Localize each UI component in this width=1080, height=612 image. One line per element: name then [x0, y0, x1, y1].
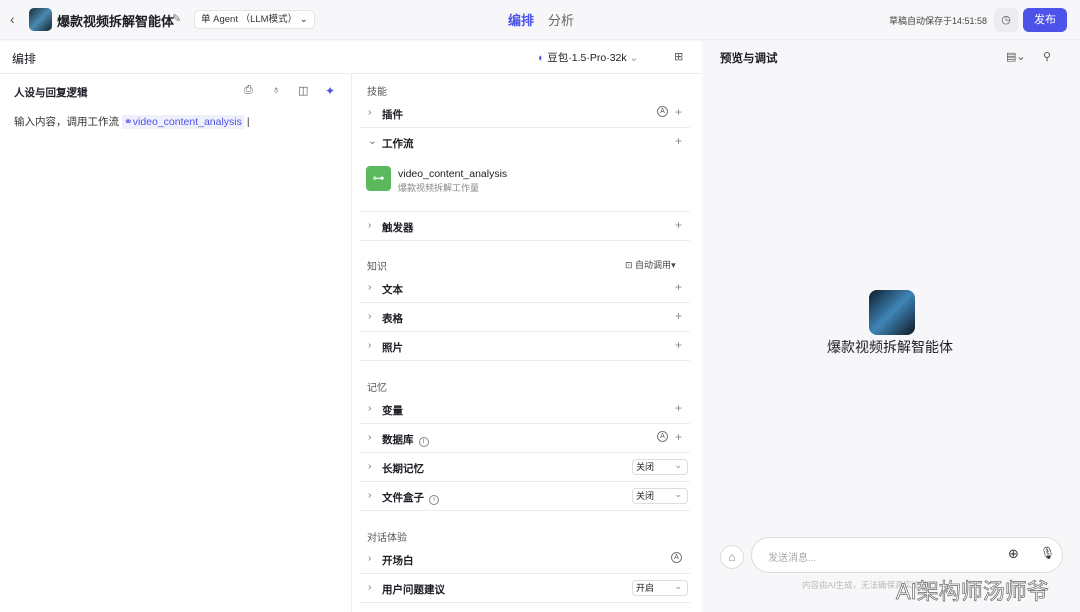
publish-button[interactable]: 发布	[1023, 8, 1067, 32]
memory-heading: 记忆	[367, 383, 387, 394]
knowledge-heading: 知识	[367, 262, 387, 273]
suggest-select[interactable]: 开启	[632, 579, 688, 596]
template-icon[interactable]: ⎙	[244, 84, 253, 97]
message-placeholder: 发送消息...	[768, 553, 817, 564]
model-label: 豆包·1.5·Pro·32k	[547, 52, 627, 64]
database-row[interactable]: › 数据库 i A +	[360, 424, 690, 453]
longterm-select[interactable]: 关闭	[632, 458, 688, 475]
preview-title: 预览与调试	[720, 53, 778, 65]
workflow-icon: ⊶	[366, 166, 391, 191]
text-row[interactable]: › 文本 +	[360, 274, 690, 303]
add-attachment-icon[interactable]: ⊕	[1008, 546, 1019, 562]
watermark: AI架构师汤师爷	[896, 579, 1049, 605]
tab-compose[interactable]: 编排	[508, 10, 534, 29]
agent-large-avatar	[869, 290, 915, 335]
autosave-status: 草稿自动保存于14:51:58	[889, 16, 988, 26]
persona-text: 输入内容，调用工作流	[14, 116, 119, 128]
trigger-row[interactable]: › 触发器 +	[360, 212, 690, 241]
clear-context-icon[interactable]: ⌂	[720, 545, 744, 569]
settings-icon[interactable]: ⚲	[1043, 50, 1051, 63]
filebox-row[interactable]: › 文件盒子 i 关闭	[360, 482, 690, 511]
auto-call-dropdown[interactable]: ⊡ 自动调用▾	[625, 258, 676, 271]
history-icon[interactable]: ◷	[994, 8, 1018, 32]
variable-row[interactable]: › 变量 +	[360, 395, 690, 424]
filebox-select[interactable]: 关闭	[632, 487, 688, 504]
agent-name: 爆款视频拆解智能体	[827, 339, 953, 355]
mode-selector[interactable]: 单 Agent （LLM模式） ⌄	[194, 10, 315, 29]
persona-title: 人设与回复逻辑	[14, 87, 88, 99]
back-button[interactable]: ‹	[10, 11, 15, 27]
workflow-ref[interactable]: ⚭video_content_analysis	[121, 115, 244, 129]
dialog-heading: 对话体验	[367, 533, 407, 544]
ai-optimize-icon[interactable]: ✦	[325, 84, 335, 98]
skills-heading: 技能	[367, 87, 387, 98]
edit-icon[interactable]: ✎	[172, 12, 181, 25]
workflow-row[interactable]: ⌄ 工作流 +	[360, 128, 690, 157]
message-input[interactable]: 发送消息... ⊕ 🎙	[751, 537, 1063, 573]
bulb-icon[interactable]: ♁	[272, 84, 280, 96]
debug-menu-icon[interactable]: ▤⌄	[1006, 50, 1026, 63]
grid-icon[interactable]: ⊞	[674, 50, 683, 63]
table-row[interactable]: › 表格 +	[360, 303, 690, 332]
opening-row[interactable]: › 开场白 A	[360, 545, 690, 574]
workflow-name: video_content_analysis	[398, 168, 508, 180]
workflow-item[interactable]: ⊶ video_content_analysis 爆款视频拆解工作量	[360, 160, 690, 212]
tab-analysis[interactable]: 分析	[548, 10, 574, 29]
panel-icon[interactable]: ◫	[298, 84, 308, 97]
suggest-row[interactable]: › 用户问题建议 开启	[360, 574, 690, 603]
workflow-desc: 爆款视频拆解工作量	[398, 183, 480, 193]
compose-title: 编排	[12, 52, 37, 66]
photo-row[interactable]: › 照片 +	[360, 332, 690, 361]
persona-editor[interactable]: 输入内容，调用工作流 ⚭video_content_analysis |	[14, 114, 250, 129]
model-selector[interactable]: ◐ 豆包·1.5·Pro·32k ⌄	[538, 50, 638, 65]
plugin-row[interactable]: › 插件 A +	[360, 99, 690, 128]
auto-icon: A	[657, 106, 668, 117]
add-workflow-button[interactable]: +	[675, 134, 682, 148]
microphone-icon[interactable]: 🎙	[1040, 546, 1055, 560]
agent-avatar	[29, 8, 52, 31]
longterm-memory-row[interactable]: › 长期记忆 关闭	[360, 453, 690, 482]
add-plugin-button[interactable]: +	[675, 105, 682, 119]
agent-title: 爆款视频拆解智能体	[57, 14, 175, 29]
mode-label: 单 Agent （LLM模式）	[201, 14, 298, 25]
